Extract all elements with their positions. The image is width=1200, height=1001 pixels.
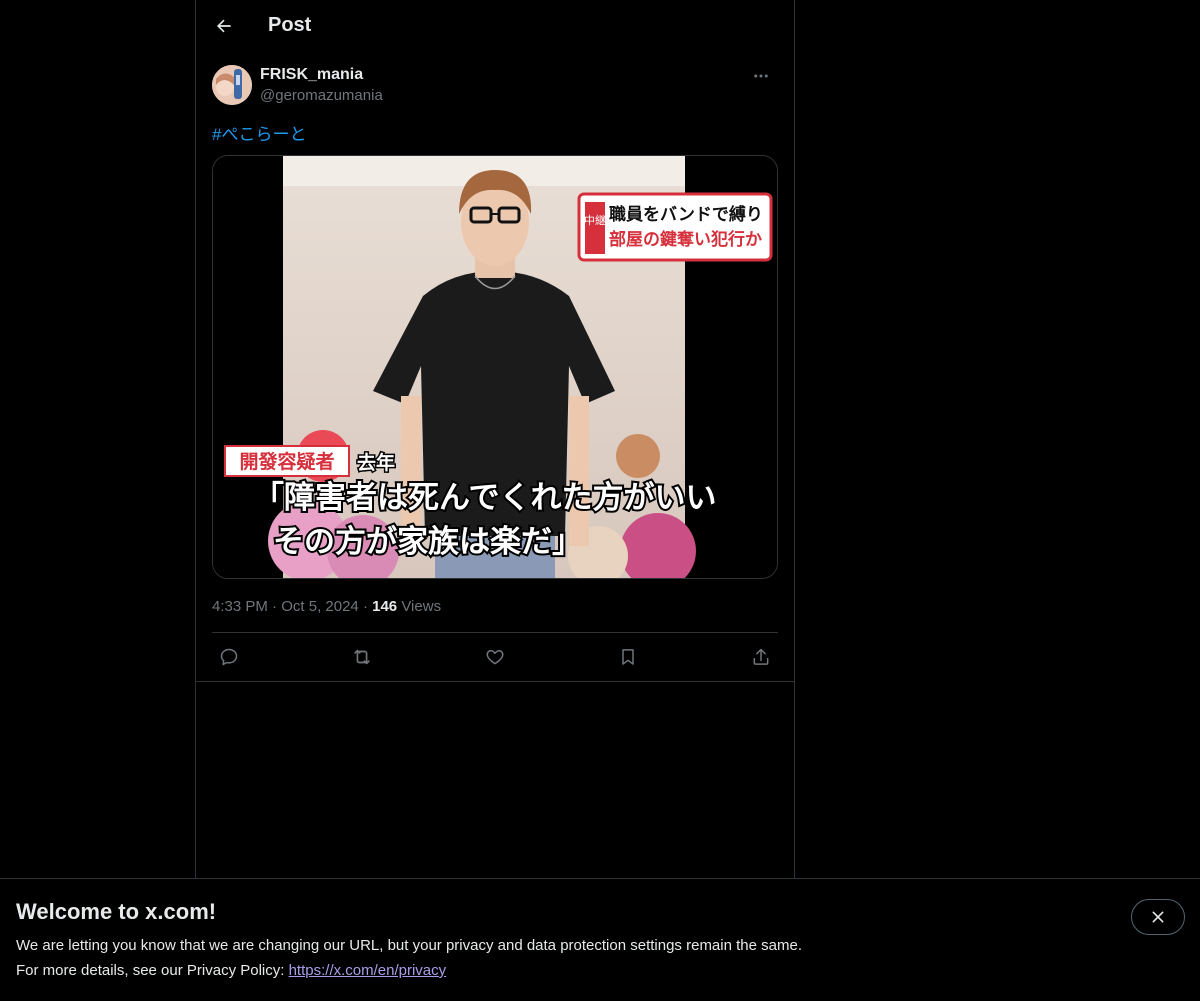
reply-button[interactable] — [212, 641, 246, 673]
divider — [196, 681, 794, 682]
views-count: 146 — [372, 598, 398, 615]
bottom-caption-year: 去年 — [357, 451, 395, 474]
top-caption-line2: 部屋の鍵奪い犯行か — [609, 229, 762, 250]
avatar[interactable] — [212, 65, 252, 105]
tweet-date[interactable]: Oct 5, 2024 — [281, 598, 359, 615]
tweet-actions — [212, 641, 778, 673]
top-caption-badge: 中継 — [584, 213, 606, 227]
back-button[interactable] — [206, 8, 242, 44]
main-column: Post FRISK_mania @geromazumania #ぺこらーと 中… — [195, 0, 795, 878]
bookmark-button[interactable] — [611, 641, 645, 673]
hashtag-link[interactable]: #ぺこらーと — [212, 125, 306, 144]
close-icon — [1152, 911, 1164, 923]
banner-privacy-line: For more details, see our Privacy Policy… — [16, 962, 446, 979]
meta-separator: · — [272, 598, 278, 615]
heart-icon — [486, 650, 504, 665]
bottom-caption-tag: 開發容疑者 — [239, 450, 334, 473]
repost-button[interactable] — [345, 641, 379, 673]
tweet-author: FRISK_mania @geromazumania — [212, 64, 778, 108]
repost-icon — [354, 649, 370, 665]
privacy-policy-link[interactable]: https://x.com/en/privacy — [289, 962, 447, 979]
quote-line2: その方が家族は楽だ」 — [273, 524, 583, 560]
reply-icon — [220, 648, 238, 666]
user-handle[interactable]: @geromazumania — [260, 87, 383, 104]
share-icon — [753, 648, 769, 665]
quote-line1: 「障害者は死んでくれた方がいい — [253, 480, 716, 516]
views-label: Views — [401, 598, 442, 615]
share-button[interactable] — [744, 641, 778, 673]
tweet-media[interactable]: 中継 職員をバンドで縛り 部屋の鍵奪い犯行か 開發容疑者 去年 「障害者は死んで… — [212, 155, 778, 579]
avatar-image — [212, 65, 252, 105]
welcome-banner: Welcome to x.com! We are letting you kno… — [0, 878, 1200, 1001]
tweet-text: #ぺこらーと — [212, 120, 306, 145]
top-caption-line1: 職員をバンドで縛り — [609, 204, 763, 225]
tweet-time[interactable]: 4:33 PM — [212, 598, 268, 615]
banner-privacy-prefix: For more details, see our Privacy Policy… — [16, 962, 289, 979]
more-horizontal-icon — [754, 74, 768, 78]
tweet-meta: 4:33 PM · Oct 5, 2024 · 146 Views — [212, 598, 441, 615]
arrow-left-icon — [217, 19, 231, 33]
display-name[interactable]: FRISK_mania — [260, 66, 363, 84]
media-image: 中継 職員をバンドで縛り 部屋の鍵奪い犯行か 開發容疑者 去年 「障害者は死んで… — [213, 156, 777, 578]
banner-title: Welcome to x.com! — [16, 899, 217, 924]
meta-separator: · — [362, 598, 368, 615]
more-button[interactable] — [744, 64, 778, 88]
close-banner-button[interactable] — [1131, 899, 1185, 935]
page-title: Post — [268, 14, 312, 36]
divider — [212, 632, 778, 633]
bookmark-icon — [622, 649, 634, 665]
post-header: Post — [196, 0, 794, 54]
like-button[interactable] — [478, 641, 512, 673]
banner-message: We are letting you know that we are chan… — [16, 937, 802, 954]
